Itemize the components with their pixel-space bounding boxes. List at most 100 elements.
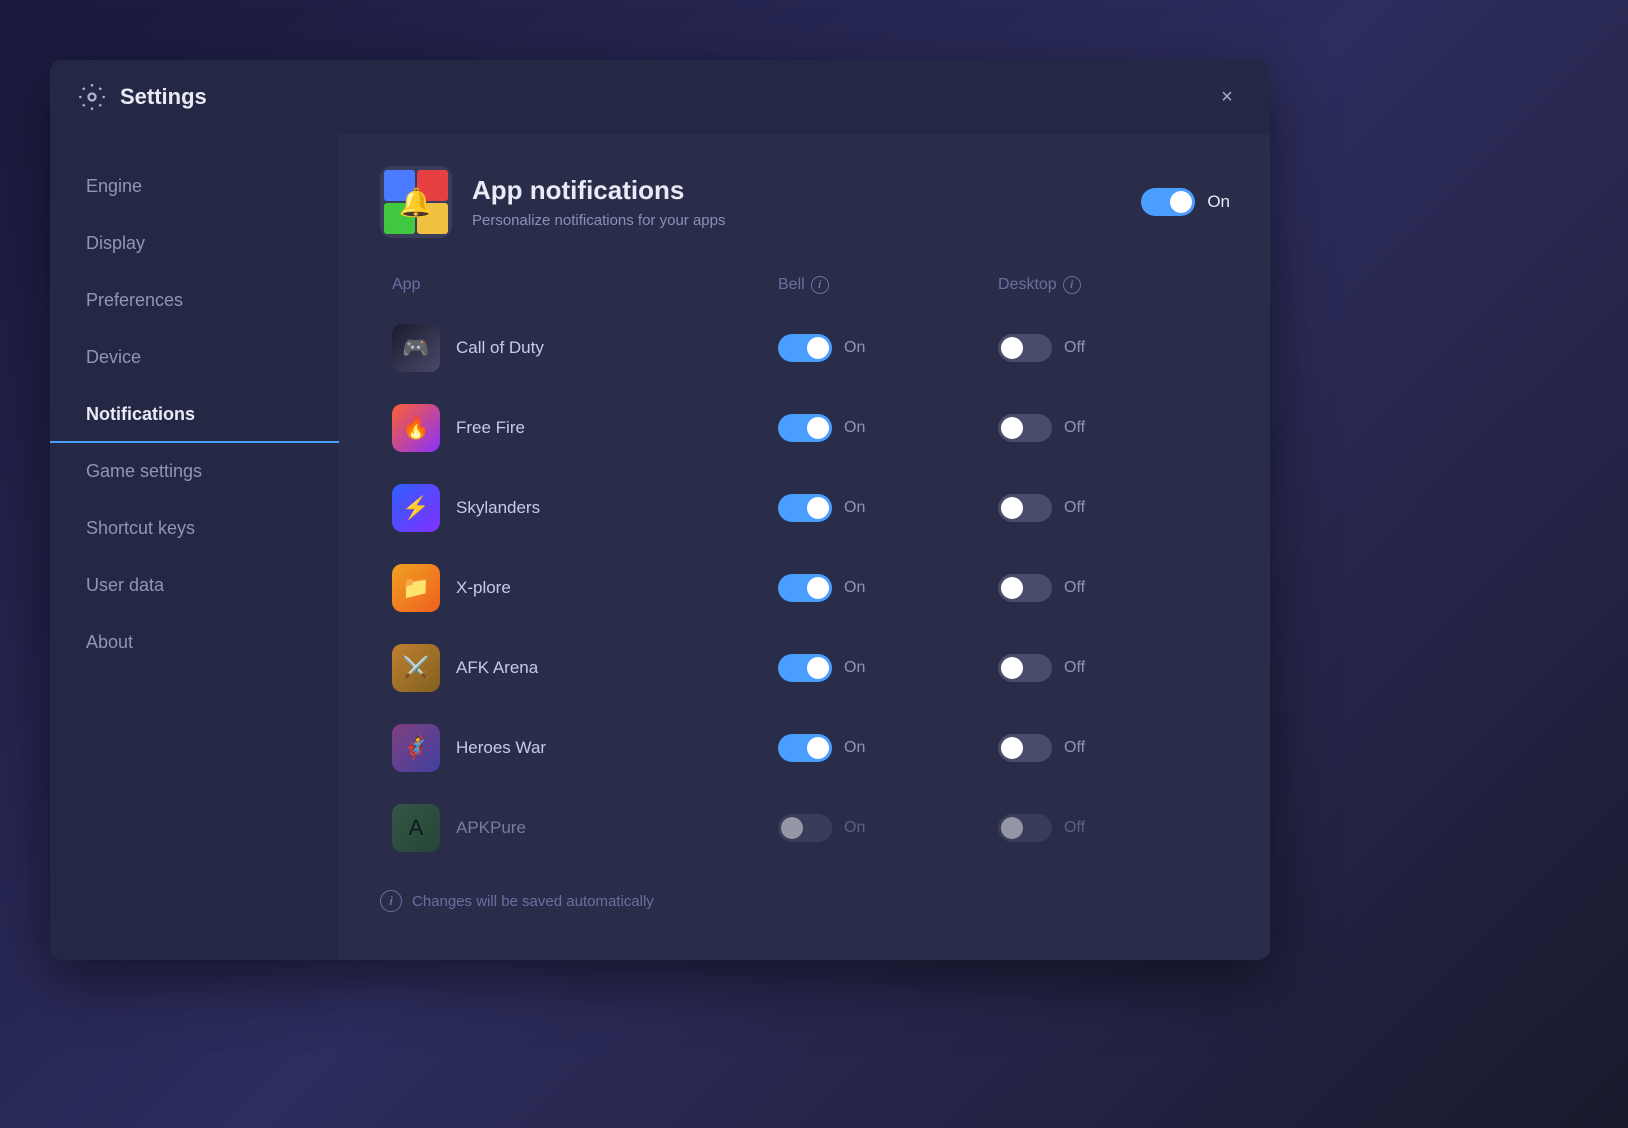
settings-window: Settings × EngineDisplayPreferencesDevic… (50, 60, 1270, 960)
app-row-heroes-war: 🦸 Heroes War On Off (380, 710, 1230, 786)
app-row-x-plore: 📁 X-plore On Off (380, 550, 1230, 626)
bell-toggle-label-afk-arena: On (844, 659, 865, 677)
desktop-toggle-label-afk-arena: Off (1064, 659, 1085, 677)
desktop-toggle-knob-apkpure (1001, 817, 1023, 839)
sidebar-item-game-settings[interactable]: Game settings (50, 443, 339, 500)
app-info-apkpure: A APKPure (392, 804, 778, 852)
app-info-skylanders: ⚡ Skylanders (392, 484, 778, 532)
app-icon-x-plore: 📁 (392, 564, 440, 612)
bell-toggle-afk-arena[interactable] (778, 654, 832, 682)
bell-toggle-knob-heroes-war (807, 737, 829, 759)
notif-header-left: 🔔 App notifications Personalize notifica… (380, 166, 725, 238)
desktop-toggle-heroes-war[interactable] (998, 734, 1052, 762)
desktop-info-icon: i (1063, 276, 1081, 294)
sidebar-item-device[interactable]: Device (50, 329, 339, 386)
bell-toggle-x-plore[interactable] (778, 574, 832, 602)
notif-title: App notifications (472, 175, 725, 206)
sidebar-item-shortcut-keys[interactable]: Shortcut keys (50, 500, 339, 557)
bell-toggle-label-apkpure: On (844, 819, 865, 837)
bell-toggle-knob-afk-arena (807, 657, 829, 679)
bell-toggle-cell-free-fire: On (778, 414, 998, 442)
desktop-toggle-cell-free-fire: Off (998, 414, 1218, 442)
app-name-free-fire: Free Fire (456, 418, 525, 438)
app-icon-heroes-war: 🦸 (392, 724, 440, 772)
header: Settings × (50, 60, 1270, 134)
app-row-apkpure: A APKPure On Off (380, 790, 1230, 866)
bell-overlay-icon: 🔔 (380, 166, 452, 238)
bell-toggle-knob-x-plore (807, 577, 829, 599)
desktop-toggle-label-heroes-war: Off (1064, 739, 1085, 757)
window-title: Settings (120, 84, 207, 110)
master-toggle-container: On (1141, 188, 1230, 216)
desktop-toggle-knob-afk-arena (1001, 657, 1023, 679)
desktop-toggle-cell-heroes-war: Off (998, 734, 1218, 762)
notif-title-block: App notifications Personalize notificati… (472, 175, 725, 229)
bell-toggle-label-free-fire: On (844, 419, 865, 437)
app-name-afk-arena: AFK Arena (456, 658, 538, 678)
app-icon-free-fire: 🔥 (392, 404, 440, 452)
app-icon-call-of-duty: 🎮 (392, 324, 440, 372)
bell-toggle-label-call-of-duty: On (844, 339, 865, 357)
desktop-toggle-label-apkpure: Off (1064, 819, 1085, 837)
app-row-skylanders: ⚡ Skylanders On Off (380, 470, 1230, 546)
app-name-skylanders: Skylanders (456, 498, 540, 518)
bell-toggle-knob-free-fire (807, 417, 829, 439)
bell-toggle-cell-afk-arena: On (778, 654, 998, 682)
desktop-toggle-x-plore[interactable] (998, 574, 1052, 602)
desktop-toggle-label-call-of-duty: Off (1064, 339, 1085, 357)
sidebar-item-user-data[interactable]: User data (50, 557, 339, 614)
desktop-toggle-knob-skylanders (1001, 497, 1023, 519)
bell-toggle-skylanders[interactable] (778, 494, 832, 522)
app-info-x-plore: 📁 X-plore (392, 564, 778, 612)
desktop-toggle-label-free-fire: Off (1064, 419, 1085, 437)
bell-toggle-cell-heroes-war: On (778, 734, 998, 762)
th-app: App (392, 276, 778, 294)
master-toggle-label: On (1207, 192, 1230, 212)
app-info-free-fire: 🔥 Free Fire (392, 404, 778, 452)
app-icon-afk-arena: ⚔️ (392, 644, 440, 692)
sidebar-item-about[interactable]: About (50, 614, 339, 671)
sidebar-item-preferences[interactable]: Preferences (50, 272, 339, 329)
desktop-toggle-apkpure[interactable] (998, 814, 1052, 842)
master-toggle-knob (1170, 191, 1192, 213)
desktop-toggle-knob-heroes-war (1001, 737, 1023, 759)
bell-toggle-knob-apkpure (781, 817, 803, 839)
sidebar-item-engine[interactable]: Engine (50, 158, 339, 215)
auto-save-notice: i Changes will be saved automatically (380, 890, 1230, 912)
bell-toggle-free-fire[interactable] (778, 414, 832, 442)
master-toggle[interactable] (1141, 188, 1195, 216)
bell-toggle-knob-call-of-duty (807, 337, 829, 359)
bell-toggle-cell-skylanders: On (778, 494, 998, 522)
th-desktop: Desktop i (998, 276, 1218, 294)
app-rows-container: 🎮 Call of Duty On Off 🔥 Free Fire (380, 310, 1230, 866)
bell-toggle-knob-skylanders (807, 497, 829, 519)
body: EngineDisplayPreferencesDeviceNotificati… (50, 134, 1270, 960)
desktop-toggle-skylanders[interactable] (998, 494, 1052, 522)
bell-toggle-apkpure[interactable] (778, 814, 832, 842)
bell-toggle-heroes-war[interactable] (778, 734, 832, 762)
desktop-toggle-afk-arena[interactable] (998, 654, 1052, 682)
app-info-call-of-duty: 🎮 Call of Duty (392, 324, 778, 372)
app-info-heroes-war: 🦸 Heroes War (392, 724, 778, 772)
app-row-afk-arena: ⚔️ AFK Arena On Off (380, 630, 1230, 706)
desktop-toggle-call-of-duty[interactable] (998, 334, 1052, 362)
gear-icon (78, 83, 106, 111)
sidebar-item-display[interactable]: Display (50, 215, 339, 272)
header-left: Settings (78, 83, 207, 111)
bell-toggle-label-skylanders: On (844, 499, 865, 517)
sidebar: EngineDisplayPreferencesDeviceNotificati… (50, 134, 340, 960)
app-row-free-fire: 🔥 Free Fire On Off (380, 390, 1230, 466)
desktop-toggle-label-skylanders: Off (1064, 499, 1085, 517)
desktop-toggle-cell-afk-arena: Off (998, 654, 1218, 682)
notifications-icon-box: 🔔 (380, 166, 452, 238)
sidebar-item-notifications[interactable]: Notifications (50, 386, 339, 443)
desktop-toggle-cell-call-of-duty: Off (998, 334, 1218, 362)
bell-toggle-cell-apkpure: On (778, 814, 998, 842)
app-name-apkpure: APKPure (456, 818, 526, 838)
desktop-toggle-cell-skylanders: Off (998, 494, 1218, 522)
bell-toggle-call-of-duty[interactable] (778, 334, 832, 362)
desktop-toggle-cell-apkpure: Off (998, 814, 1218, 842)
app-name-x-plore: X-plore (456, 578, 511, 598)
desktop-toggle-free-fire[interactable] (998, 414, 1052, 442)
close-button[interactable]: × (1212, 82, 1242, 112)
